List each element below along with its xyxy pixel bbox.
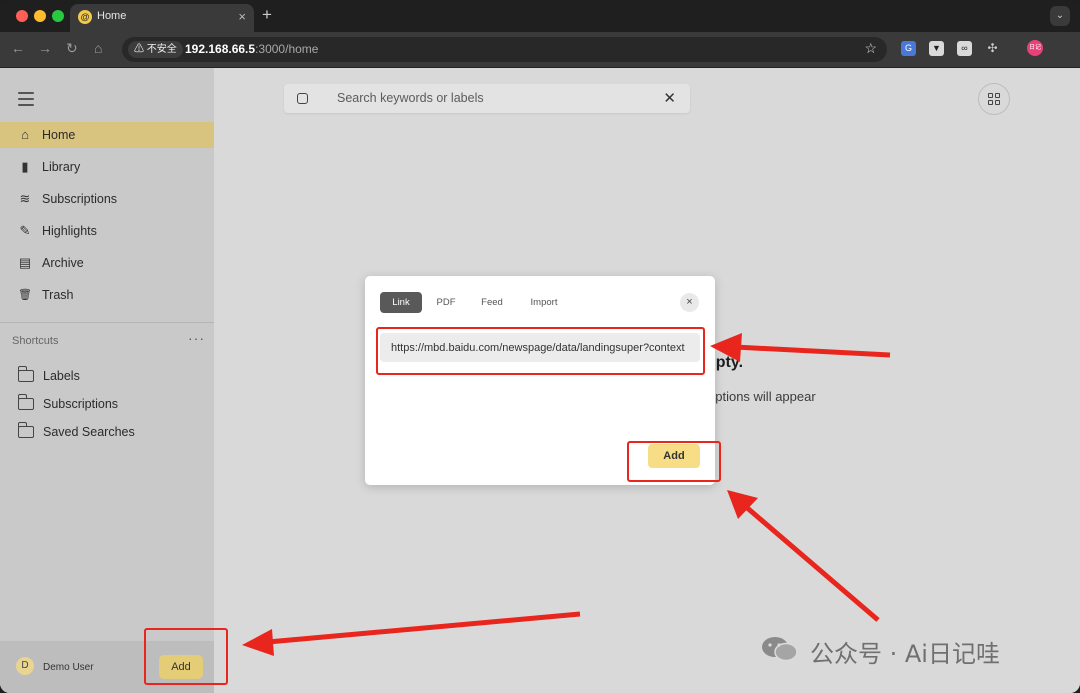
sidebar-item-subscriptions[interactable]: ≋ Subscriptions [0,186,214,212]
folder-icon [17,366,34,382]
search-checkbox-icon[interactable] [297,93,308,104]
url-path: :3000/home [255,42,319,56]
home-nav-icon[interactable]: ⌂ [94,40,102,56]
menu-hamburger-icon[interactable] [18,92,34,110]
sidebar-item-label: Highlights [42,224,97,238]
avatar[interactable]: D [16,657,34,675]
puzzle-extensions-icon[interactable]: ✣ [985,41,1000,56]
sidebar-item-label: Trash [42,288,74,302]
sidebar-item-highlights[interactable]: ✎ Highlights [0,218,214,244]
layers-icon: ≋ [19,191,31,206]
home-icon: ⌂ [21,127,29,142]
security-label: 不安全 [146,44,177,55]
trash-icon: 🗑 [18,289,32,301]
grid-icon [988,93,993,98]
glasses-extension-icon[interactable]: ∞ [957,41,972,56]
sidebar-item-label: Library [42,160,81,174]
url-text[interactable]: 192.168.66.5:3000/home [185,42,318,56]
archive-icon: ▤ [18,255,32,270]
shortcut-labels[interactable]: Labels [43,369,80,383]
sidebar-item-trash[interactable]: 🗑 Trash [0,282,214,308]
annotation-box-footer-add [144,628,228,685]
tab-pdf[interactable]: PDF [430,292,462,313]
sidebar-item-label: Archive [42,256,84,270]
reload-icon[interactable]: ↻ [66,40,78,57]
folder-icon [17,394,34,410]
omnivore-favicon-icon: @ [78,10,92,24]
tab-import[interactable]: Import [524,292,564,313]
shortcuts-more-icon[interactable]: ··· [188,330,205,346]
tab-strip: @ Home × + ⌄ [0,0,1080,32]
grid-icon [995,93,1000,98]
search-placeholder: Search keywords or labels [337,91,484,105]
tab-feed[interactable]: Feed [476,292,508,313]
back-arrow-icon[interactable]: ← [11,40,25,56]
shortcuts-heading: Shortcuts [12,335,59,347]
browser-tab-home[interactable]: @ Home × [70,4,254,32]
security-warning-badge[interactable]: ⚠ 不安全 [128,41,183,58]
bookmark-icon: ▮ [21,159,29,174]
close-window-button[interactable] [16,10,28,22]
annotation-box-url [376,327,705,375]
empty-state-subtitle: options will appear [708,389,816,404]
tab-close-icon[interactable]: × [238,9,246,24]
sidebar-item-label: Home [42,128,76,142]
layout-grid-button[interactable] [978,83,1010,115]
address-bar[interactable]: ⚠ 不安全 192.168.66.5:3000/home ☆ [122,37,887,62]
minimize-window-button[interactable] [34,10,46,22]
forward-arrow-icon[interactable]: → [38,40,52,56]
sidebar-item-label: Subscriptions [42,192,118,206]
url-host: 192.168.66.5 [185,42,256,56]
clear-search-icon[interactable]: ✕ [663,89,676,107]
grid-icon [988,100,993,105]
sidebar: ⌂ Home ▮ Library ≋ Subscriptions ✎ Highl… [0,68,214,693]
highlighter-icon: ✎ [19,223,31,238]
translate-extension-icon[interactable]: G [901,41,916,56]
tab-link[interactable]: Link [380,292,422,313]
sidebar-item-archive[interactable]: ▤ Archive [0,250,214,276]
annotation-box-modal-add [627,441,721,482]
bookmark-star-icon[interactable]: ☆ [864,40,877,57]
tab-search-chevron-icon[interactable]: ⌄ [1050,6,1070,26]
browser-window: @ Home × + ⌄ ← → ↻ ⌂ ⚠ 不安全 192.168.66.5:… [0,0,1080,693]
new-tab-icon[interactable]: + [262,5,272,25]
shortcut-saved-searches[interactable]: Saved Searches [43,425,135,439]
browser-toolbar: ← → ↻ ⌂ ⚠ 不安全 192.168.66.5:3000/home ☆ G… [0,32,1080,68]
sidebar-divider [0,322,214,323]
watermark-text: 公众号 · Ai日记哇 [810,640,1000,668]
sidebar-item-library[interactable]: ▮ Library [0,154,214,180]
folder-icon [17,422,34,438]
grid-icon [995,100,1000,105]
profile-avatar-icon[interactable]: 日记 [1027,40,1043,56]
shortcut-subscriptions[interactable]: Subscriptions [43,397,118,411]
tab-title: Home [97,10,127,22]
sidebar-item-home[interactable]: ⌂ Home [0,122,214,148]
wechat-icon [762,637,798,662]
search-bar[interactable]: Search keywords or labels ✕ [284,84,690,113]
maximize-window-button[interactable] [52,10,64,22]
user-name[interactable]: Demo User [43,662,94,673]
shield-extension-icon[interactable]: ▼ [929,41,944,56]
close-icon[interactable]: × [680,293,699,312]
